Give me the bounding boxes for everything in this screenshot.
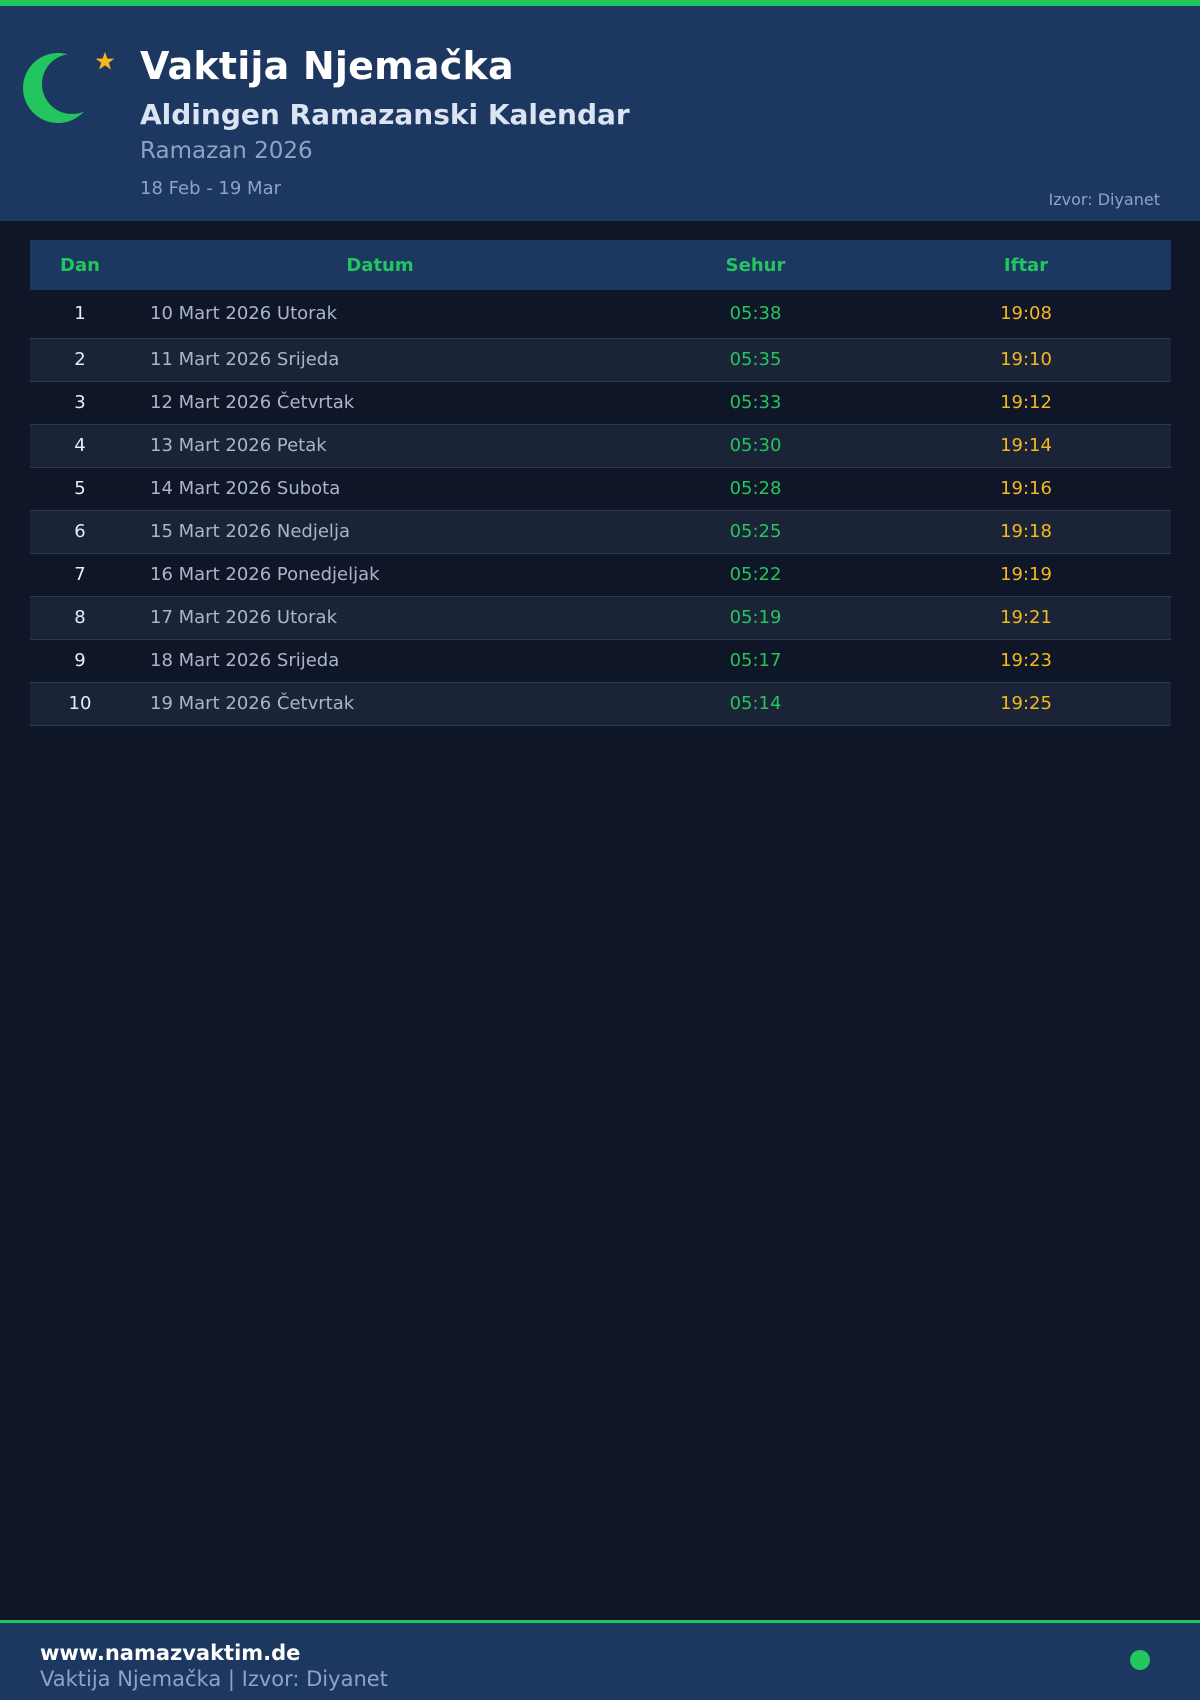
cell-datum: 11 Mart 2026 Srijeda — [130, 338, 630, 382]
table-header-row: Dan Datum Sehur Iftar — [30, 240, 1171, 290]
cell-datum: 16 Mart 2026 Ponedjeljak — [130, 553, 630, 597]
table-row: 9 18 Mart 2026 Srijeda 05:17 19:23 — [30, 639, 1171, 683]
table-row: 6 15 Mart 2026 Nedjelja 05:25 19:18 — [30, 510, 1171, 554]
cell-dan: 6 — [30, 510, 130, 554]
crescent-star-icon — [23, 52, 115, 123]
table-row: 3 12 Mart 2026 Četvrtak 05:33 19:12 — [30, 381, 1171, 425]
date-range: 18 Feb - 19 Mar — [140, 178, 282, 199]
table-row: 10 19 Mart 2026 Četvrtak 05:14 19:25 — [30, 682, 1171, 726]
cell-iftar: 19:10 — [881, 338, 1171, 382]
cell-datum: 18 Mart 2026 Srijeda — [130, 639, 630, 683]
cell-dan: 1 — [30, 290, 130, 339]
cell-sehur: 05:35 — [630, 338, 881, 382]
footer-subtitle: Vaktija Njemačka | Izvor: Diyanet — [40, 1667, 388, 1691]
cell-sehur: 05:25 — [630, 510, 881, 554]
table-row: 1 10 Mart 2026 Utorak 05:38 19:08 — [30, 290, 1171, 339]
table-row: 5 14 Mart 2026 Subota 05:28 19:16 — [30, 467, 1171, 511]
cell-iftar: 19:12 — [881, 381, 1171, 425]
column-header-dan: Dan — [30, 240, 130, 290]
footer: www.namazvaktim.de Vaktija Njemačka | Iz… — [0, 1620, 1200, 1700]
cell-sehur: 05:38 — [630, 290, 881, 339]
cell-sehur: 05:33 — [630, 381, 881, 425]
page-subtitle: Aldingen Ramazanski Kalendar — [140, 98, 630, 131]
header: Vaktija Njemačka Aldingen Ramazanski Kal… — [0, 0, 1200, 221]
cell-datum: 10 Mart 2026 Utorak — [130, 290, 630, 339]
ramadan-table: Dan Datum Sehur Iftar 1 10 Mart 2026 Uto… — [30, 240, 1171, 726]
cell-dan: 8 — [30, 596, 130, 640]
cell-sehur: 05:30 — [630, 424, 881, 468]
cell-datum: 12 Mart 2026 Četvrtak — [130, 381, 630, 425]
cell-iftar: 19:14 — [881, 424, 1171, 468]
cell-iftar: 19:19 — [881, 553, 1171, 597]
status-dot-icon — [1130, 1650, 1150, 1670]
column-header-sehur: Sehur — [630, 240, 881, 290]
table-row: 7 16 Mart 2026 Ponedjeljak 05:22 19:19 — [30, 553, 1171, 597]
cell-sehur: 05:17 — [630, 639, 881, 683]
cell-sehur: 05:14 — [630, 682, 881, 726]
period-label: Ramazan 2026 — [140, 138, 313, 164]
cell-iftar: 19:16 — [881, 467, 1171, 511]
source-label: Izvor: Diyanet — [1048, 190, 1160, 209]
cell-dan: 4 — [30, 424, 130, 468]
cell-iftar: 19:23 — [881, 639, 1171, 683]
page: Vaktija Njemačka Aldingen Ramazanski Kal… — [0, 0, 1200, 1700]
cell-dan: 9 — [30, 639, 130, 683]
cell-datum: 13 Mart 2026 Petak — [130, 424, 630, 468]
footer-site-link[interactable]: www.namazvaktim.de — [40, 1641, 300, 1665]
column-header-iftar: Iftar — [881, 240, 1171, 290]
cell-datum: 14 Mart 2026 Subota — [130, 467, 630, 511]
cell-dan: 3 — [30, 381, 130, 425]
cell-dan: 5 — [30, 467, 130, 511]
cell-datum: 15 Mart 2026 Nedjelja — [130, 510, 630, 554]
cell-sehur: 05:28 — [630, 467, 881, 511]
table-row: 8 17 Mart 2026 Utorak 05:19 19:21 — [30, 596, 1171, 640]
cell-sehur: 05:19 — [630, 596, 881, 640]
table-row: 4 13 Mart 2026 Petak 05:30 19:14 — [30, 424, 1171, 468]
column-header-datum: Datum — [130, 240, 630, 290]
cell-sehur: 05:22 — [630, 553, 881, 597]
cell-dan: 2 — [30, 338, 130, 382]
cell-iftar: 19:08 — [881, 290, 1171, 339]
page-title: Vaktija Njemačka — [140, 44, 514, 88]
cell-iftar: 19:21 — [881, 596, 1171, 640]
cell-datum: 19 Mart 2026 Četvrtak — [130, 682, 630, 726]
cell-dan: 7 — [30, 553, 130, 597]
cell-iftar: 19:25 — [881, 682, 1171, 726]
cell-dan: 10 — [30, 682, 130, 726]
table-row: 2 11 Mart 2026 Srijeda 05:35 19:10 — [30, 338, 1171, 382]
cell-iftar: 19:18 — [881, 510, 1171, 554]
cell-datum: 17 Mart 2026 Utorak — [130, 596, 630, 640]
